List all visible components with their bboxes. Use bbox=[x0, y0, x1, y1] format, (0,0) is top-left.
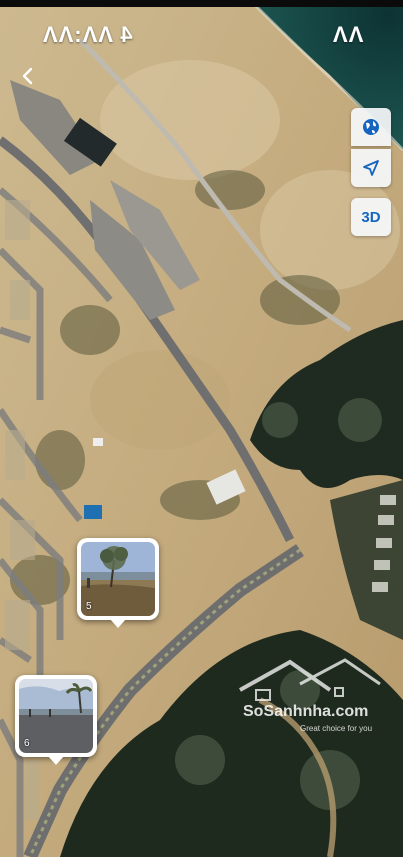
watermark-tagline: Great choice for you bbox=[300, 724, 372, 733]
photo-marker[interactable]: 5 bbox=[77, 538, 159, 628]
status-indicators: ΛΛ bbox=[331, 22, 363, 47]
photo-marker[interactable]: 6 bbox=[15, 675, 97, 765]
chevron-left-icon bbox=[22, 67, 33, 85]
map-type-button[interactable] bbox=[351, 108, 391, 146]
back-button[interactable] bbox=[16, 64, 38, 88]
marker-thumbnail: 5 bbox=[81, 542, 155, 616]
top-edge bbox=[0, 0, 403, 7]
status-time: 4 ΛΛ:ΛΛ bbox=[42, 22, 133, 47]
marker-thumbnail: 6 bbox=[19, 679, 93, 753]
3d-toggle-button[interactable]: 3D bbox=[351, 198, 391, 236]
marker-number: 6 bbox=[24, 738, 30, 749]
photo-thumbnail-5 bbox=[81, 542, 155, 616]
watermark-brand: SoSanhnha.com bbox=[243, 703, 368, 720]
my-location-button[interactable] bbox=[351, 149, 391, 187]
photo-thumbnail-6 bbox=[19, 679, 93, 753]
marker-number: 5 bbox=[86, 601, 92, 612]
navigation-arrow-icon bbox=[363, 160, 379, 176]
globe-icon bbox=[363, 119, 379, 135]
